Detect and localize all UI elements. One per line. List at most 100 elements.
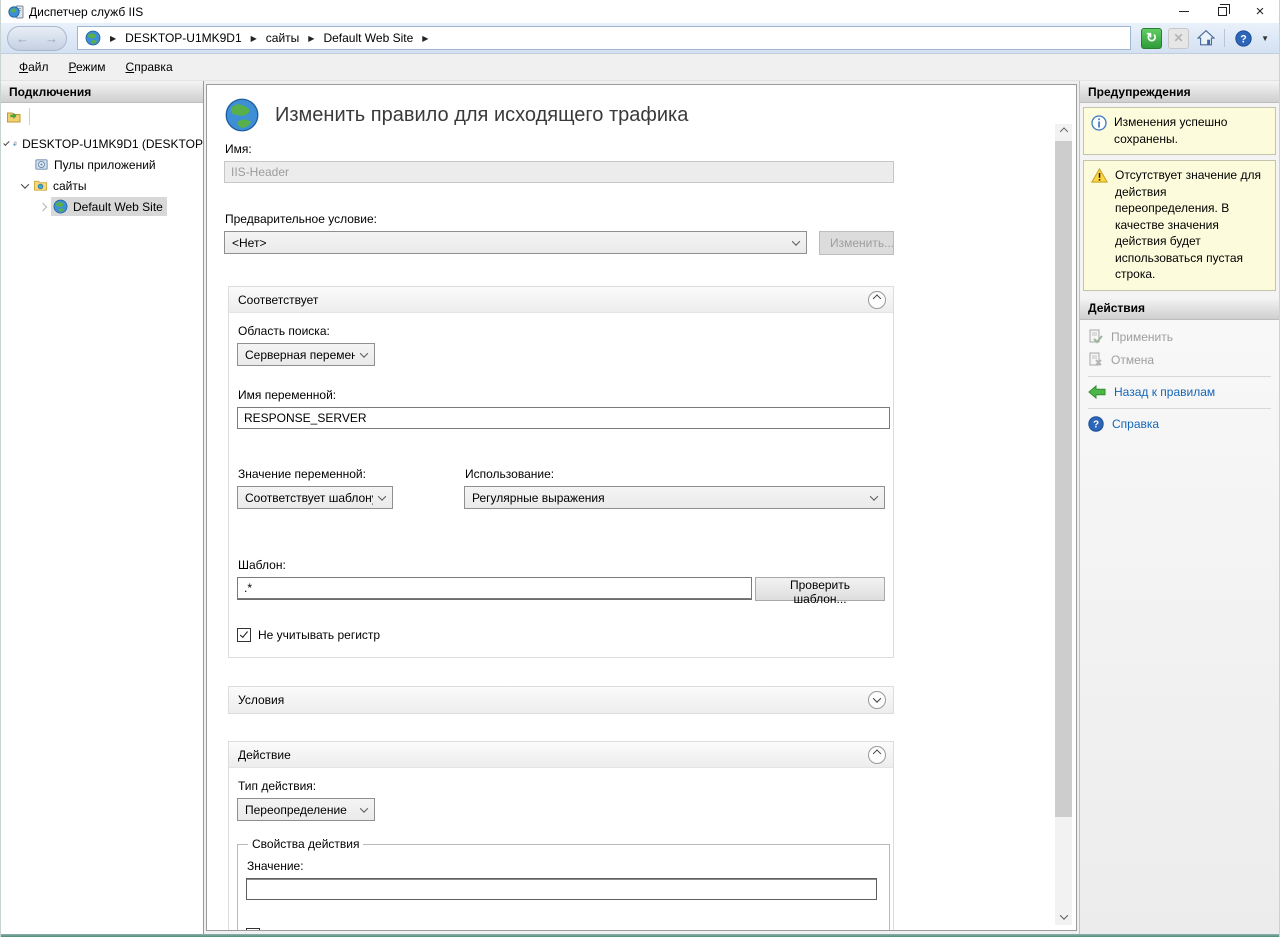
warning-icon xyxy=(1091,168,1108,183)
title-bar: Диспетчер служб IIS × xyxy=(1,0,1279,23)
connections-header: Подключения xyxy=(1,81,203,103)
replace-value-checkbox[interactable] xyxy=(246,928,260,931)
home-button[interactable] xyxy=(1195,28,1216,49)
collapse-button[interactable] xyxy=(868,746,886,764)
chevron-up-icon xyxy=(873,749,881,757)
home-icon xyxy=(1197,29,1215,47)
edit-precondition-button: Изменить... xyxy=(819,231,894,255)
connections-toolbar xyxy=(1,103,203,130)
vertical-scrollbar[interactable] xyxy=(1055,124,1072,925)
stop-button: ✕ xyxy=(1168,28,1189,49)
tree-item-label[interactable]: DESKTOP-U1MK9D1 (DESKTOP xyxy=(22,137,203,151)
divider xyxy=(1224,29,1225,47)
menu-file[interactable]: Файл xyxy=(9,55,59,79)
scroll-down-button[interactable] xyxy=(1055,908,1072,925)
refresh-button[interactable]: ↻ xyxy=(1141,28,1162,49)
menu-help[interactable]: Справка xyxy=(116,55,183,79)
help-dropdown-caret-icon[interactable]: ▼ xyxy=(1261,34,1269,43)
conditions-section-header[interactable]: Условия xyxy=(229,687,893,713)
globe-icon xyxy=(224,97,260,133)
ignore-case-checkbox[interactable] xyxy=(237,628,251,642)
check-icon xyxy=(240,629,248,638)
chevron-collapsed-icon[interactable] xyxy=(39,202,47,210)
using-select[interactable]: Регулярные выражения xyxy=(464,486,885,509)
help-action[interactable]: ? Справка xyxy=(1088,413,1271,436)
action-properties-title: Свойства действия xyxy=(248,837,363,851)
match-section-header[interactable]: Соответствует xyxy=(229,287,893,313)
globe-icon xyxy=(85,30,101,46)
test-pattern-button[interactable]: Проверить шаблон... xyxy=(755,577,885,601)
action-value-input[interactable] xyxy=(246,878,877,900)
stop-icon: ✕ xyxy=(1174,31,1184,45)
selected-tree-item[interactable]: Default Web Site xyxy=(51,197,167,216)
save-connection-button[interactable] xyxy=(6,109,22,125)
cancel-icon xyxy=(1088,352,1103,368)
action-section-header[interactable]: Действие xyxy=(229,742,893,768)
chevron-expanded-icon[interactable] xyxy=(3,139,9,145)
name-label: Имя: xyxy=(225,142,1038,156)
action-type-select[interactable]: Переопределение xyxy=(237,798,375,821)
connections-pane: Подключения xyxy=(1,81,204,937)
menu-view[interactable]: Режим xyxy=(59,55,116,79)
alert-text: Отсутствует значение для действия переоп… xyxy=(1115,167,1269,283)
scope-select[interactable]: Серверная переменн xyxy=(237,343,375,366)
scrollbar-thumb[interactable] xyxy=(1055,141,1072,817)
tree-item-sites[interactable]: сайты xyxy=(1,175,203,196)
restore-button[interactable] xyxy=(1203,0,1241,23)
breadcrumb-arrow-icon[interactable]: ▶ xyxy=(251,34,257,43)
precondition-label: Предварительное условие: xyxy=(225,212,1038,226)
breadcrumb-arrow-icon[interactable]: ▶ xyxy=(110,34,116,43)
pattern-input[interactable] xyxy=(237,577,752,599)
server-icon xyxy=(13,136,18,151)
action-section-title: Действие xyxy=(238,748,291,762)
actions-header: Действия xyxy=(1080,298,1279,320)
action-type-label: Тип действия: xyxy=(238,779,885,793)
precondition-select[interactable]: <Нет> xyxy=(224,231,807,254)
tree-item-label[interactable]: Default Web Site xyxy=(73,200,163,214)
variable-name-input[interactable] xyxy=(237,407,890,429)
svg-text:?: ? xyxy=(1093,420,1099,431)
edit-rule-panel: Изменить правило для исходящего трафика … xyxy=(206,84,1077,931)
alert-warning: Отсутствует значение для действия переоп… xyxy=(1083,160,1276,291)
apply-label: Применить xyxy=(1111,330,1173,344)
back-to-rules-link[interactable]: Назад к правилам xyxy=(1114,385,1215,399)
breadcrumb[interactable]: ▶ DESKTOP-U1MK9D1 ▶ сайты ▶ Default Web … xyxy=(77,26,1131,50)
minimize-button[interactable] xyxy=(1165,0,1203,23)
tree-item-label[interactable]: сайты xyxy=(53,179,87,193)
cancel-label: Отмена xyxy=(1111,353,1154,367)
sites-folder-icon xyxy=(33,178,48,193)
forward-nav-button[interactable]: → xyxy=(45,32,58,45)
close-button[interactable]: × xyxy=(1241,0,1279,23)
chevron-down-icon xyxy=(360,349,368,357)
back-to-rules-action[interactable]: Назад к правилам xyxy=(1088,381,1271,404)
help-icon: ? xyxy=(1235,30,1252,47)
back-nav-button[interactable]: ← xyxy=(16,32,29,45)
menu-bar: Файл Режим Справка xyxy=(1,54,1279,81)
chevron-down-icon xyxy=(1059,911,1067,919)
window-controls: × xyxy=(1165,0,1279,23)
window-title: Диспетчер служб IIS xyxy=(29,5,143,19)
minimize-icon xyxy=(1179,11,1189,12)
breadcrumb-arrow-icon[interactable]: ▶ xyxy=(422,34,428,43)
alert-text: Изменения успешно сохранены. xyxy=(1114,114,1269,147)
operand-label: Значение переменной: xyxy=(238,467,464,481)
breadcrumb-item-server[interactable]: DESKTOP-U1MK9D1 xyxy=(125,31,241,45)
tree-item-default-web-site[interactable]: Default Web Site xyxy=(1,196,203,217)
breadcrumb-item-default-web-site[interactable]: Default Web Site xyxy=(323,31,413,45)
scroll-up-button[interactable] xyxy=(1055,124,1072,141)
tree-item-app-pools[interactable]: Пулы приложений xyxy=(1,154,203,175)
globe-icon xyxy=(53,199,68,214)
ignore-case-row: Не учитывать регистр xyxy=(237,628,885,642)
breadcrumb-arrow-icon[interactable]: ▶ xyxy=(308,34,314,43)
chevron-expanded-icon[interactable] xyxy=(21,180,29,188)
tree-item-label[interactable]: Пулы приложений xyxy=(54,158,156,172)
help-link[interactable]: Справка xyxy=(1112,417,1159,431)
address-bar: ← → ▶ DESKTOP-U1MK9D1 ▶ сайты ▶ Default … xyxy=(1,23,1279,54)
variable-name-label: Имя переменной: xyxy=(238,388,885,402)
help-button[interactable]: ? xyxy=(1233,28,1254,49)
expand-button[interactable] xyxy=(868,691,886,709)
tree-item-server[interactable]: DESKTOP-U1MK9D1 (DESKTOP xyxy=(1,133,203,154)
operand-select[interactable]: Соответствует шаблону xyxy=(237,486,393,509)
collapse-button[interactable] xyxy=(868,291,886,309)
breadcrumb-item-sites[interactable]: сайты xyxy=(266,31,300,45)
